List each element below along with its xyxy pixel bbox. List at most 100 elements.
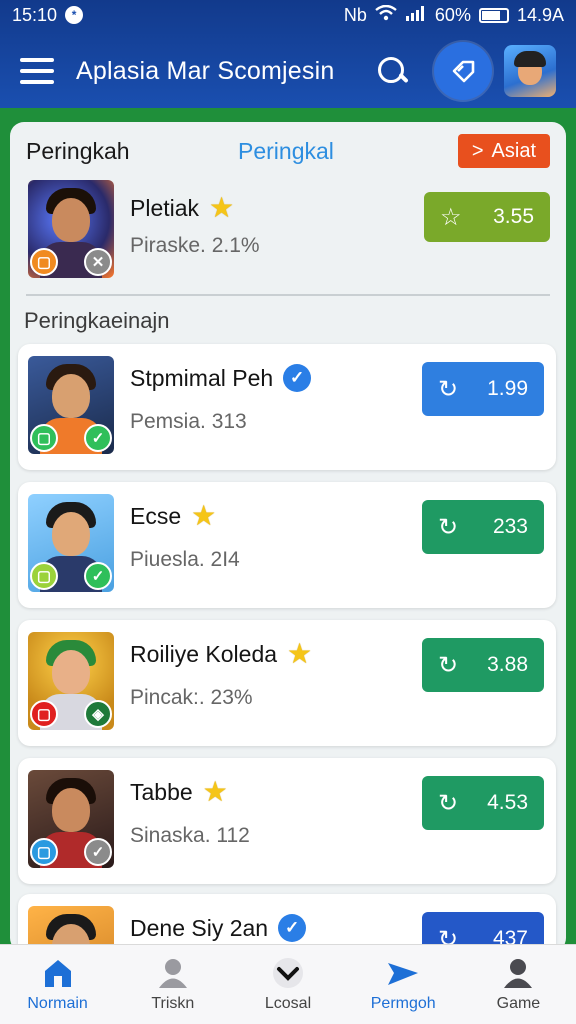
score-value: 233 xyxy=(492,515,528,538)
leaderboard-panel: Peringkah Peringkal > Asiat ▢ ✕ Pletiak … xyxy=(10,122,566,952)
check-icon: ✓ xyxy=(84,562,112,590)
nav-permgoh[interactable]: Permgoh xyxy=(346,945,461,1024)
action-button-label: Asiat xyxy=(491,139,536,162)
divider xyxy=(26,294,550,296)
notification-icon: * xyxy=(65,6,84,24)
battery-percent: 60% xyxy=(434,4,471,25)
score-button[interactable]: ↻ 4.53 xyxy=(422,776,544,830)
nav-triskn[interactable]: Triskn xyxy=(115,945,230,1024)
star-outline-icon: ☆ xyxy=(440,203,462,231)
list-item[interactable]: ▢ ✓ Tabbe ★ Sinaska. 112 ↻ 4.53 xyxy=(18,758,556,884)
section-label: Peringkaeinajn xyxy=(24,308,170,333)
top-bar: 15:10 * Nb 60% 14.9A Aplasia Mar Scomjes… xyxy=(0,0,576,108)
score-value: 1.99 xyxy=(487,377,528,400)
gamepad-icon: ◈ xyxy=(84,700,112,728)
nav-label: Triskn xyxy=(151,994,195,1012)
menu-icon[interactable] xyxy=(20,58,54,84)
verified-icon: ✓ xyxy=(278,914,307,942)
battery-icon xyxy=(478,7,509,23)
star-icon: ★ xyxy=(202,776,228,807)
tab-left[interactable]: Peringkah xyxy=(26,138,130,165)
app-badge-icon: ▢ xyxy=(30,424,58,452)
nav-home[interactable]: Normain xyxy=(0,945,115,1024)
refresh-icon: ↻ xyxy=(438,651,459,679)
close-badge-icon: ✕ xyxy=(84,248,112,276)
tag-icon xyxy=(452,60,475,83)
score-value: 3.88 xyxy=(487,653,528,676)
nav-label: Normain xyxy=(27,994,88,1012)
bottom-nav: Normain Triskn Lcosal Permgoh Game xyxy=(0,944,576,1024)
star-icon: ★ xyxy=(287,638,313,669)
status-clock: 14.9A xyxy=(516,4,564,25)
nav-label: Game xyxy=(496,994,541,1012)
row-title: Stpmimal Peh xyxy=(130,364,274,391)
refresh-icon: ↻ xyxy=(438,513,459,541)
featured-name: Pletiak xyxy=(130,194,200,221)
featured-name-row: Pletiak ★ xyxy=(130,194,234,222)
list-item[interactable]: ▢ ✓ Stpmimal Peh ✓ Pemsia. 313 ↻ 1.99 xyxy=(18,344,556,470)
send-icon xyxy=(388,962,419,985)
tag-button[interactable] xyxy=(434,42,492,100)
row-sub: Pincak:. 23% xyxy=(130,686,253,709)
row-title: Ecse xyxy=(130,502,182,529)
search-icon[interactable] xyxy=(374,53,410,89)
nav-label: Lcosal xyxy=(264,994,312,1012)
action-button[interactable]: > Asiat xyxy=(457,134,550,168)
tab-center[interactable]: Peringkal xyxy=(238,138,334,165)
list-item[interactable]: ▢ ◈ Roiliye Koleda ★ Pincak:. 23% ↻ 3.88 xyxy=(18,620,556,746)
app-badge-icon: ▢ xyxy=(30,700,58,728)
status-bar: 15:10 * Nb 60% 14.9A xyxy=(0,0,576,30)
row-name: Ecse ★ xyxy=(130,502,216,530)
thumbnail: ▢ ✓ xyxy=(28,770,114,868)
app-badge-icon: ▢ xyxy=(30,838,58,866)
app-badge-icon: ▢ xyxy=(30,562,58,590)
nav-game[interactable]: Game xyxy=(461,945,576,1024)
check-icon: ✓ xyxy=(84,838,112,866)
featured-score: 3.55 xyxy=(493,205,534,228)
nav-lcosal[interactable]: Lcosal xyxy=(230,945,345,1024)
row-name: Roiliye Koleda ★ xyxy=(130,640,312,668)
score-button[interactable]: ↻ 3.88 xyxy=(422,638,544,692)
list-item[interactable]: ▢ ✓ Ecse ★ Piuesla. 2I4 ↻ 233 xyxy=(18,482,556,608)
row-sub: Pemsia. 313 xyxy=(130,410,247,433)
row-name: Dene Siy 2an ✓ xyxy=(130,914,307,942)
row-name: Stpmimal Peh ✓ xyxy=(130,364,312,392)
row-sub: Sinaska. 112 xyxy=(130,824,250,847)
row-title: Tabbe xyxy=(130,778,193,805)
verified-icon: ✓ xyxy=(283,364,312,392)
featured-entry[interactable]: ▢ ✕ Pletiak ★ Piraske. 2.1% ☆ 3.55 xyxy=(10,180,566,292)
row-name: Tabbe ★ xyxy=(130,778,228,806)
signal-icon xyxy=(405,5,427,26)
thumbnail: ▢ ✓ xyxy=(28,356,114,454)
home-icon xyxy=(44,959,71,987)
wifi-icon xyxy=(375,4,397,26)
thumbnail: ▢ ✓ xyxy=(28,494,114,592)
app-title: Aplasia Mar Scomjesin xyxy=(76,56,335,85)
row-title: Dene Siy 2an xyxy=(130,914,269,941)
featured-thumbnail: ▢ ✕ xyxy=(28,180,114,278)
user-avatar[interactable] xyxy=(504,45,556,97)
star-icon: ★ xyxy=(209,192,235,223)
row-sub: Piuesla. 2I4 xyxy=(130,548,240,571)
network-label: Nb xyxy=(343,4,367,25)
featured-sub: Piraske. 2.1% xyxy=(130,234,260,257)
star-icon: ★ xyxy=(191,500,217,531)
refresh-icon: ↻ xyxy=(438,789,459,817)
status-time: 15:10 xyxy=(12,4,58,25)
score-value: 4.53 xyxy=(487,791,528,814)
nav-label: Permgoh xyxy=(370,994,436,1012)
profile-icon xyxy=(504,958,533,988)
person-icon xyxy=(158,958,187,988)
panel-header: Peringkah Peringkal > Asiat xyxy=(10,122,566,180)
score-button[interactable]: ↻ 1.99 xyxy=(422,362,544,416)
row-title: Roiliye Koleda xyxy=(130,640,278,667)
app-bar: Aplasia Mar Scomjesin xyxy=(0,34,576,108)
refresh-icon: ↻ xyxy=(438,375,459,403)
score-button[interactable]: ↻ 233 xyxy=(422,500,544,554)
chevron-down-icon xyxy=(273,957,303,988)
chevron-right-icon: > xyxy=(471,139,484,162)
check-icon: ✓ xyxy=(84,424,112,452)
app-badge-icon: ▢ xyxy=(30,248,58,276)
featured-score-button[interactable]: ☆ 3.55 xyxy=(424,192,550,242)
thumbnail: ▢ ◈ xyxy=(28,632,114,730)
